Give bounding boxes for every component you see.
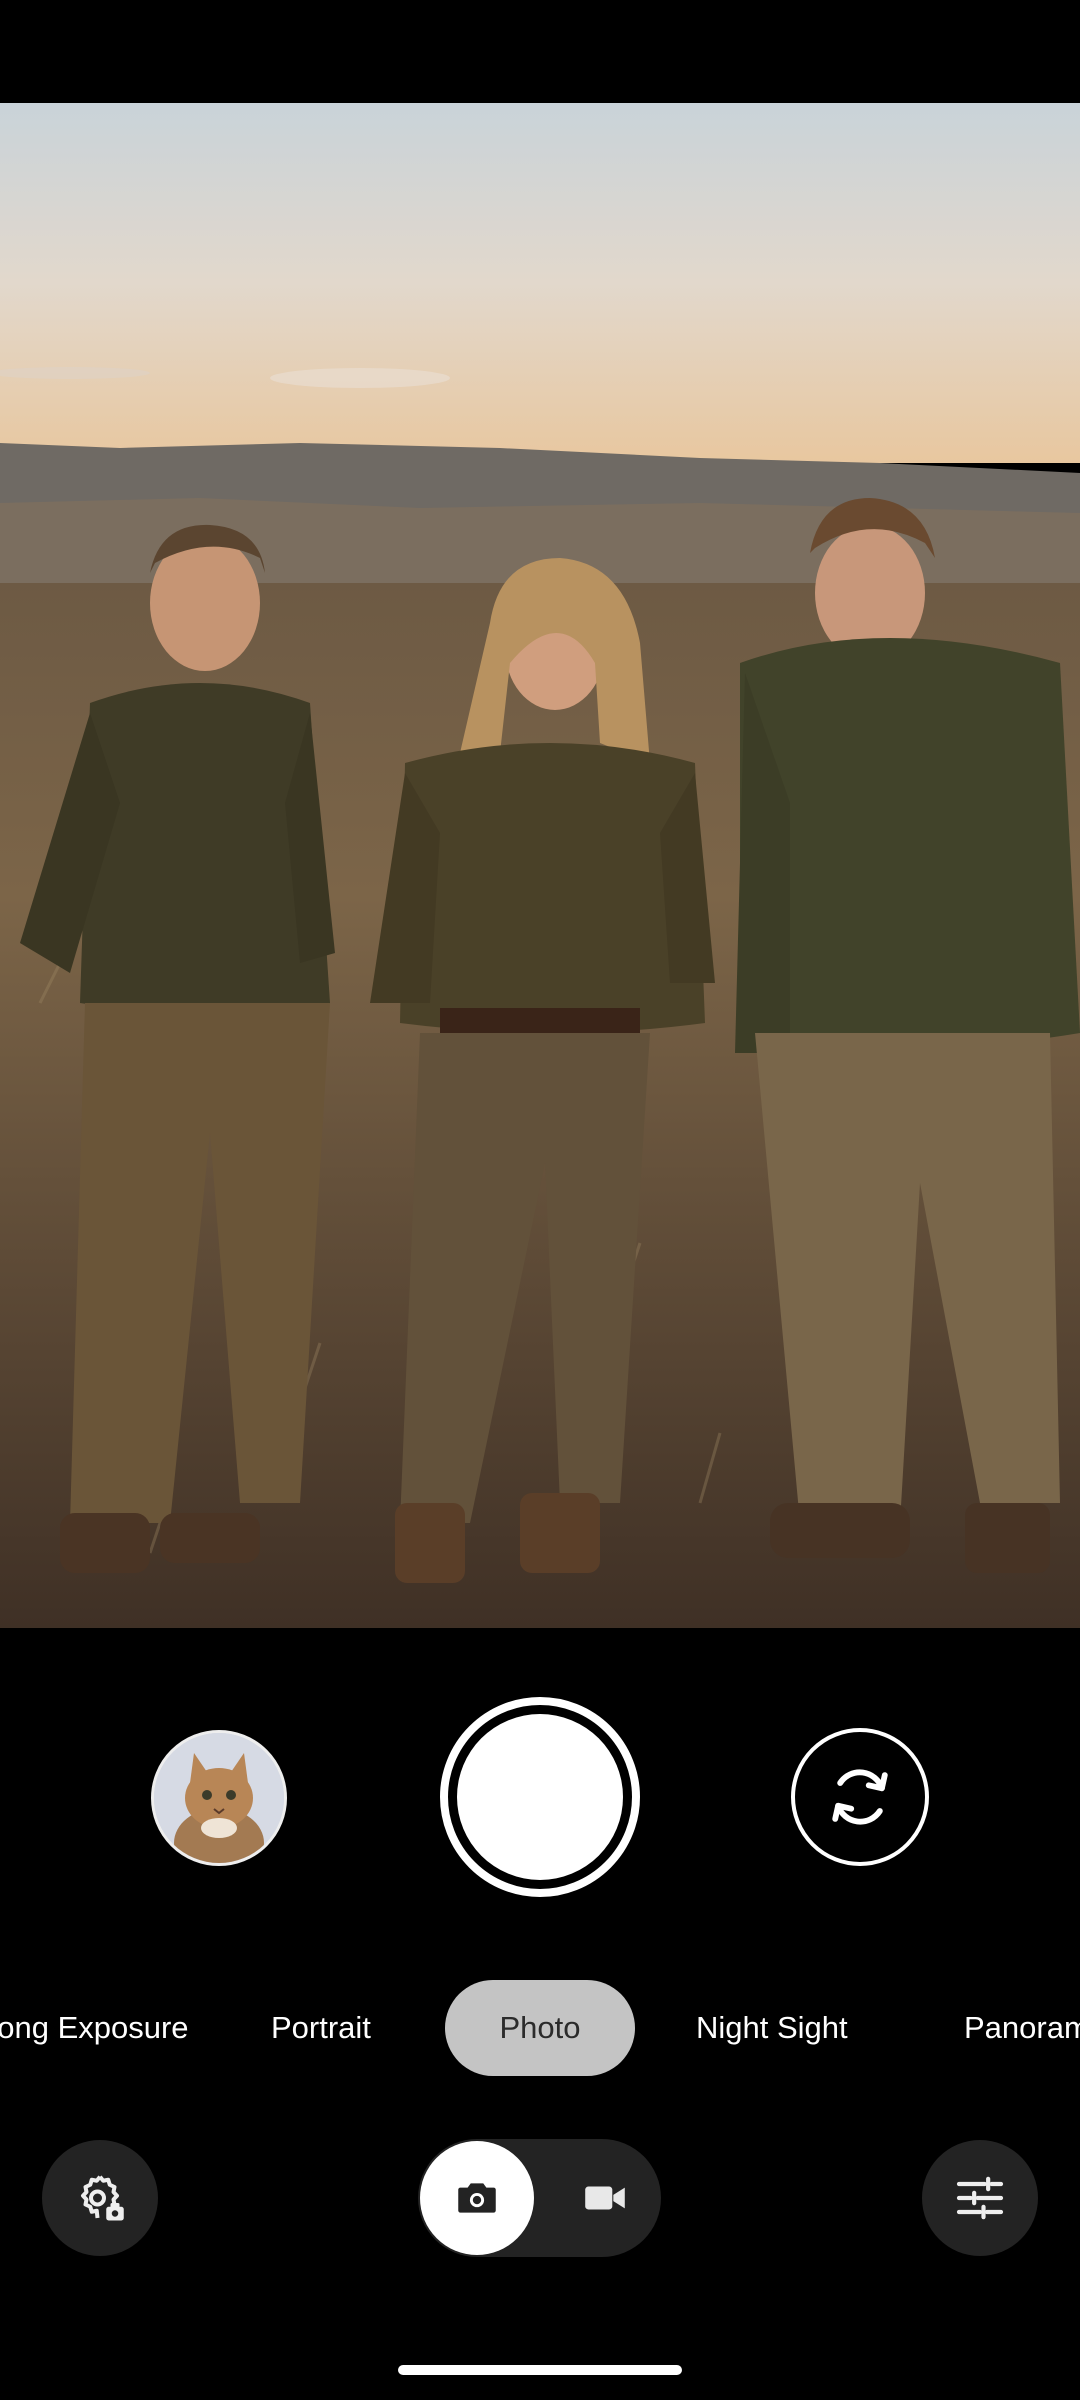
mode-long-exposure[interactable]: Long Exposure [0,1980,189,2076]
adjustments-button[interactable] [922,2140,1038,2256]
video-mode-toggle[interactable] [548,2141,662,2255]
photo-video-toggle[interactable] [418,2139,661,2257]
photo-mode-toggle[interactable] [420,2141,534,2255]
camera-icon [458,2183,496,2213]
mode-portrait[interactable]: Portrait [271,1980,371,2076]
settings-button[interactable] [42,2140,158,2256]
switch-camera-icon [832,1769,888,1825]
gallery-thumbnail[interactable] [151,1730,287,1866]
mode-photo[interactable]: Photo [445,1980,635,2076]
shutter-inner [457,1714,623,1880]
sliders-icon [956,2176,1004,2220]
shutter-button[interactable] [440,1697,640,1897]
camera-viewfinder[interactable] [0,103,1080,1628]
mode-panorama[interactable]: Panorama [964,1980,1080,2076]
viewfinder-scene [0,103,1080,1628]
home-indicator[interactable] [398,2365,682,2375]
mode-night-sight[interactable]: Night Sight [696,1980,848,2076]
mode-selector: Long Exposure Portrait Photo Night Sight… [0,1980,1080,2076]
video-camera-icon [585,2186,625,2210]
cat-thumbnail-icon [154,1733,284,1863]
switch-camera-button[interactable] [791,1728,929,1866]
settings-gear-icon [81,2175,124,2221]
